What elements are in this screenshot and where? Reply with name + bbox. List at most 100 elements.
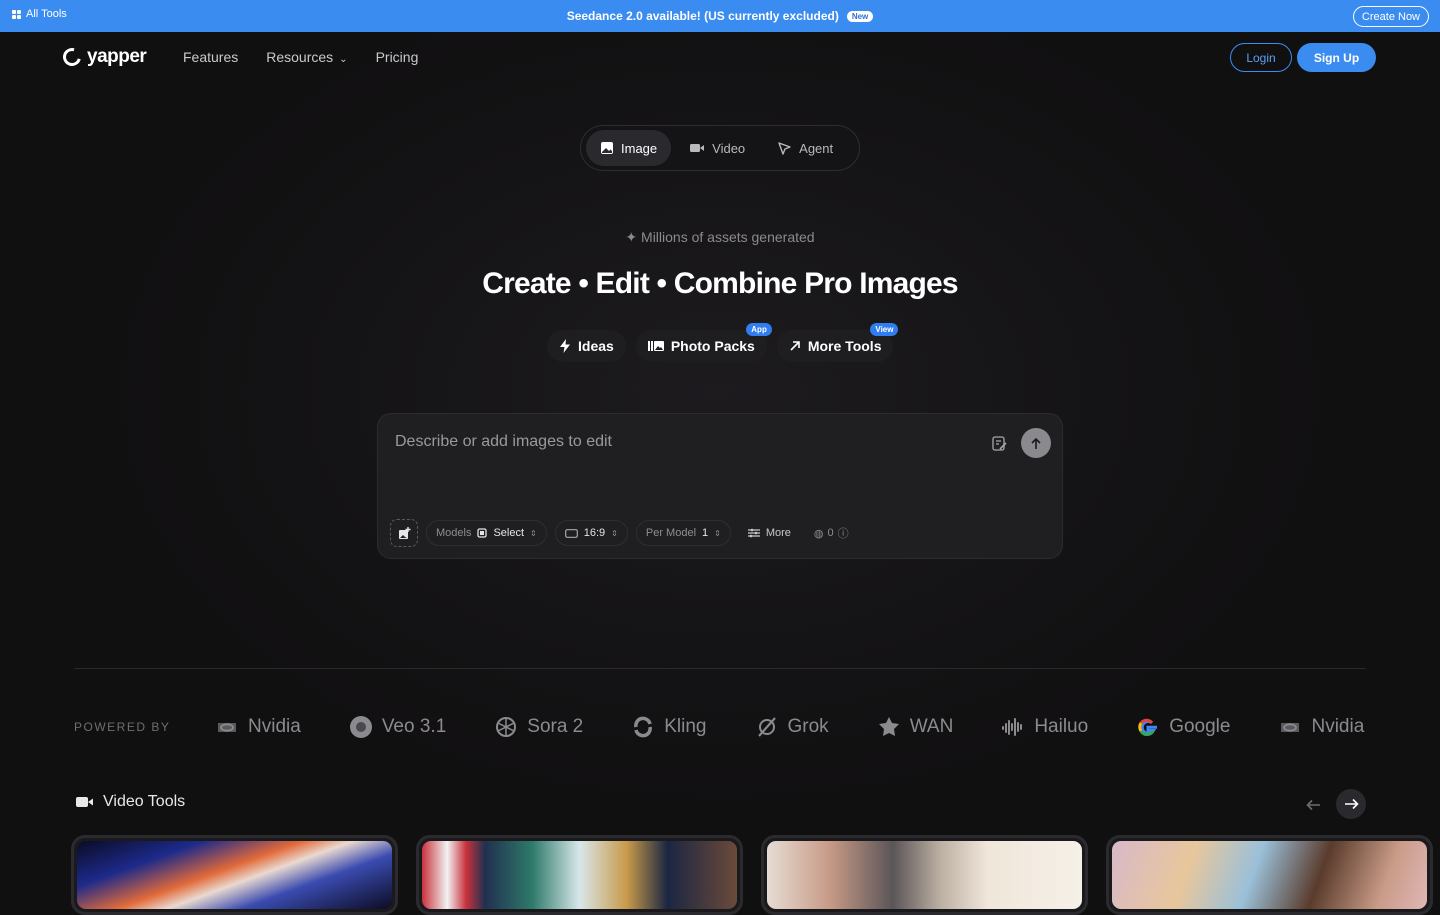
video-icon [690,144,705,152]
all-tools-link[interactable]: All Tools [12,8,67,20]
tab-video[interactable]: Video [675,130,759,166]
nvidia-icon [1281,723,1300,732]
powered-by-label: POWERED BY [74,720,171,734]
nav-link-resources[interactable]: Resources ⌄ [266,49,347,65]
aspect-ratio-value: 16:9 [583,527,606,539]
sliders-icon [747,528,760,538]
aspect-ratio-icon [564,528,578,538]
video-tool-card[interactable] [761,835,1088,915]
tagline: ✦ Millions of assets generated [0,229,1440,246]
per-model-select[interactable]: Per Model 1 ⇕ [635,520,731,546]
app-badge: App [746,323,772,336]
logo-text: yapper [87,46,147,67]
tab-agent-label: Agent [799,140,834,156]
updown-icon: ⇕ [530,528,537,538]
prompt-input[interactable] [395,433,955,451]
nav-link-pricing[interactable]: Pricing [376,49,419,65]
bolt-icon [560,339,570,353]
photo-packs-chip[interactable]: Photo Packs App [635,323,772,362]
ideas-chip[interactable]: Ideas [547,330,626,362]
credits-indicator: ◍ 0 ⓘ [814,525,849,541]
per-model-value: 1 [702,527,709,539]
prompt-toolbar: Models Select ⇕ 16:9 ⇕ Per Model 1 ⇕ Mor… [390,519,849,547]
carousel-prev-button[interactable] [1300,792,1326,818]
add-image-icon [398,526,410,539]
mode-tabs: Image Video Agent [580,125,860,171]
brand-wan: WAN [877,715,954,739]
video-icon [76,797,93,807]
more-tools-chip[interactable]: More Tools View [776,323,899,362]
video-tool-card[interactable] [1106,835,1433,915]
arrow-right-icon [1344,798,1359,810]
view-badge: View [870,323,899,336]
carousel-next-button[interactable] [1336,789,1366,819]
video-tool-thumbnail [422,841,737,909]
hailuo-icon [1002,718,1023,736]
brand-name: Nvidia [248,716,301,737]
all-tools-label: All Tools [26,8,67,20]
brand-hailuo: Hailuo [1001,715,1088,739]
agent-icon [778,141,791,155]
video-tool-card[interactable] [416,835,743,915]
create-now-button[interactable]: Create Now [1352,6,1429,27]
enhance-prompt-icon[interactable] [991,435,1008,452]
brand-nvidia-repeat: Nvidia [1278,715,1364,739]
brand-name: WAN [909,716,954,737]
logo-icon [59,44,85,70]
nav-link-resources-label: Resources [266,49,334,65]
brand-sora: Sora 2 [494,715,583,739]
prompt-box: Models Select ⇕ 16:9 ⇕ Per Model 1 ⇕ Mor… [377,413,1063,559]
divider [74,668,1366,669]
video-tool-thumbnail [767,841,1082,909]
more-options-button[interactable]: More [739,520,800,546]
info-icon[interactable]: ⓘ [838,525,849,541]
veo-icon [349,716,372,738]
nav-link-features[interactable]: Features [183,49,238,65]
per-model-label: Per Model [645,527,697,539]
video-tool-thumbnail [1112,841,1427,909]
tab-agent[interactable]: Agent [763,130,847,166]
brand-name: Google [1169,716,1231,737]
video-tool-card[interactable] [71,835,398,915]
kling-icon [634,716,653,738]
logo[interactable]: yapper [59,44,147,70]
add-image-button[interactable] [390,519,418,547]
coins-icon: ◍ [813,527,824,540]
models-label: Models [436,527,472,539]
more-options-label: More [765,527,791,539]
credits-value: 0 [827,527,834,539]
tab-video-label: Video [712,140,746,156]
grid-icon [12,9,21,19]
signup-button[interactable]: Sign Up [1297,43,1376,72]
updown-icon: ⇕ [611,528,618,538]
video-tools-heading: Video Tools [75,793,185,811]
models-value: Select [493,527,525,539]
announcement-bar: All Tools Seedance 2.0 available! (US cu… [0,0,1440,32]
page-title: Create • Edit • Combine Pro Images [482,267,958,300]
brand-google: Google [1136,715,1230,739]
image-icon [601,142,613,154]
video-tools-title: Video Tools [103,793,186,810]
brand-name: Kling [664,716,707,737]
brand-name: Veo 3.1 [381,716,447,737]
arrow-up-icon [1031,437,1041,449]
video-tool-thumbnail [77,841,392,909]
arrow-up-right-icon [790,341,800,351]
chevron-down-icon: ⌄ [339,54,348,65]
brand-grok: Grok [755,715,829,739]
brand-strip: Nvidia Veo 3.1 Sora 2 Kling Grok WAN Hai… [215,712,1364,742]
photo-packs-icon [647,341,664,351]
arrow-left-icon [1305,799,1320,811]
announcement-message[interactable]: Seedance 2.0 available! (US currently ex… [567,9,874,23]
video-tools-carousel [71,835,1433,915]
send-button[interactable] [1021,428,1051,458]
ideas-chip-label: Ideas [578,338,614,354]
login-button[interactable]: Login [1230,43,1292,72]
model-chip-icon [477,528,488,538]
aspect-ratio-select[interactable]: 16:9 ⇕ [554,520,628,546]
quick-chips: Ideas Photo Packs App More Tools View [547,323,899,362]
updown-icon: ⇕ [714,528,721,538]
new-badge: New [846,10,874,22]
tab-image[interactable]: Image [586,130,672,166]
models-select[interactable]: Models Select ⇕ [426,520,547,546]
